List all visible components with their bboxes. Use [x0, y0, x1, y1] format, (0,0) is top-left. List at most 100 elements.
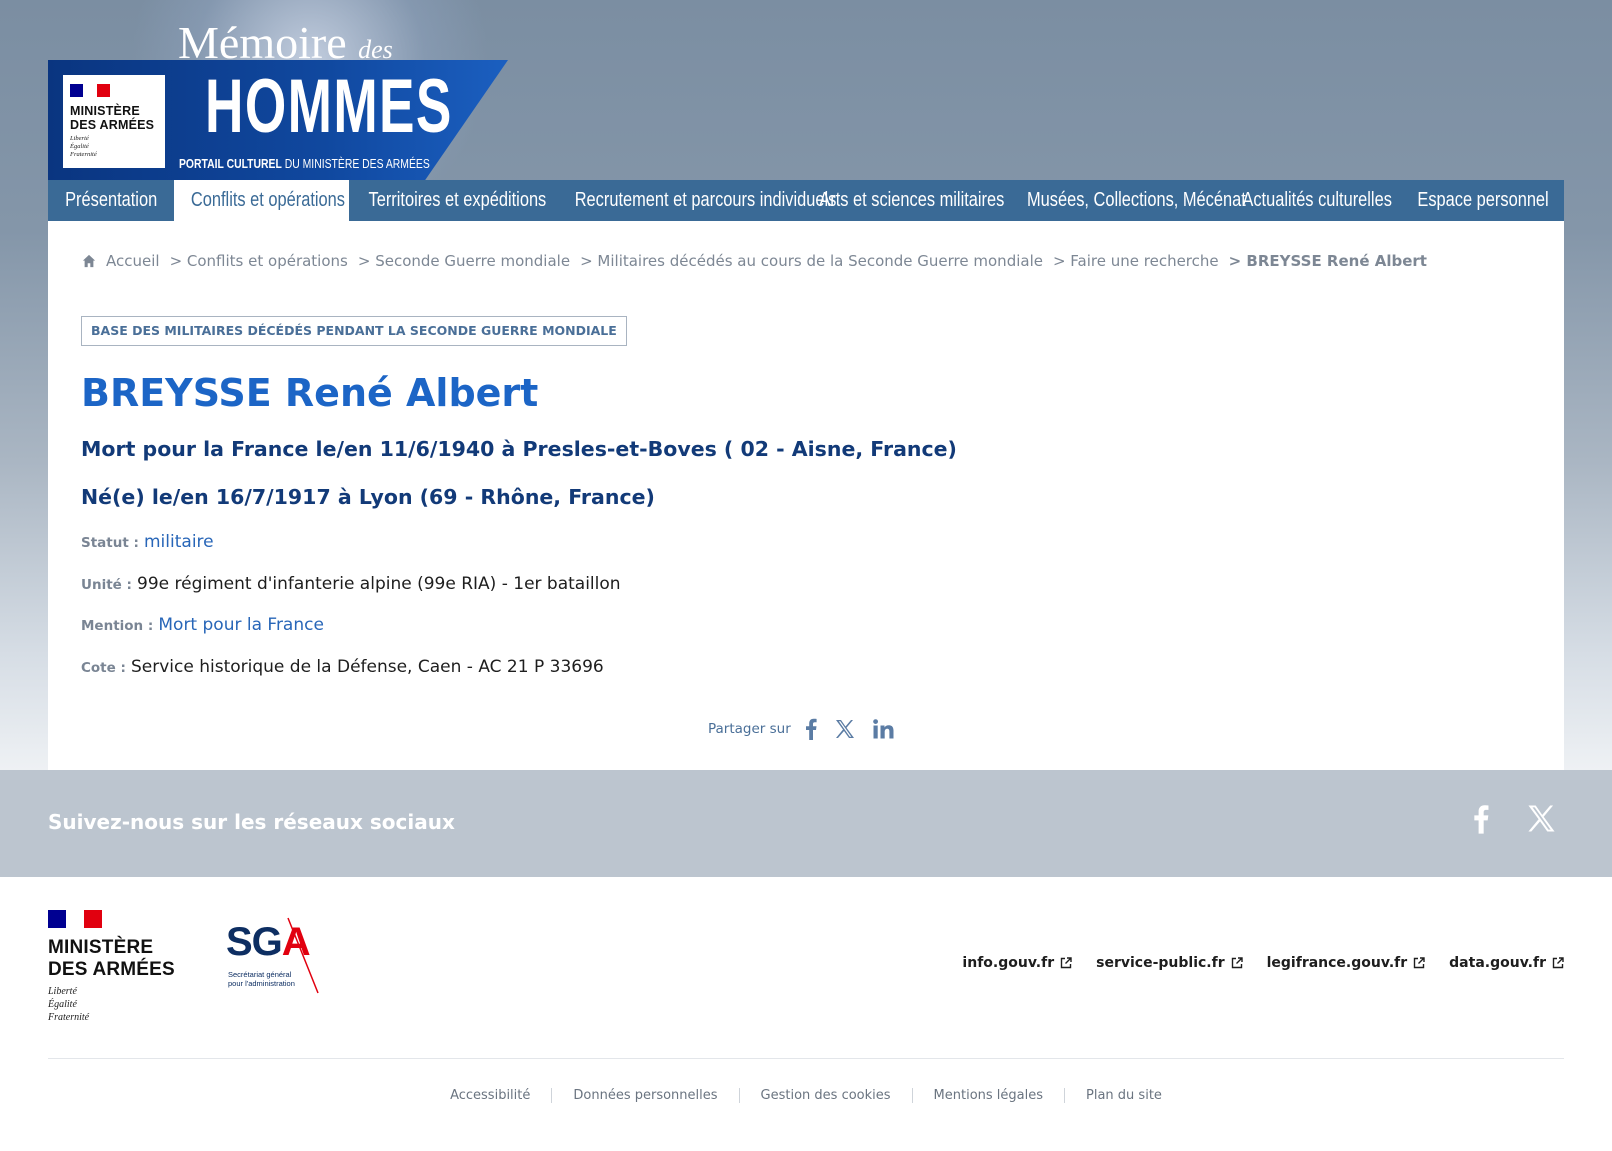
database-badge: BASE DES MILITAIRES DÉCÉDÉS PENDANT LA S… [81, 316, 627, 346]
breadcrumb-conflits[interactable]: > Conflits et opérations [170, 252, 348, 270]
nav-item-label: Musées, Collections, Mécénat [1027, 189, 1246, 211]
site-title-word-des: des [358, 35, 393, 64]
link-plan-du-site[interactable]: Plan du site [1064, 1088, 1183, 1103]
breadcrumb-militaires-decedes[interactable]: > Militaires décédés au cours de la Seco… [580, 252, 1043, 270]
social-band: Suivez-nous sur les réseaux sociaux [0, 770, 1612, 877]
footer-ministry-name-line2: DES ARMÉES [48, 959, 175, 980]
link-label: data.gouv.fr [1449, 955, 1546, 971]
footer-ministry-name: MINISTÈRE DES ARMÉES [48, 937, 175, 981]
nav-item-label: Recrutement et parcours individuels [574, 189, 837, 211]
ministry-logo[interactable]: MINISTÈRE DES ARMÉES Liberté Égalité Fra… [63, 75, 165, 168]
link-mentions-legales[interactable]: Mentions légales [911, 1088, 1064, 1103]
nav-item-label: Arts et sciences militaires [819, 189, 1005, 211]
link-donnees-personnelles[interactable]: Données personnelles [551, 1088, 738, 1103]
republic-motto: Liberté Égalité Fraternité [70, 135, 158, 159]
footer-ministry-logo[interactable]: MINISTÈRE DES ARMÉES Liberté Égalité Fra… [48, 910, 175, 1024]
nav-item-label: Présentation [64, 189, 158, 211]
facebook-icon[interactable] [805, 718, 817, 740]
x-icon[interactable] [835, 719, 855, 739]
field-cote-value: Service historique de la Défense, Caen -… [130, 657, 604, 677]
link-label: service-public.fr [1096, 955, 1225, 971]
breadcrumb: Accueil > Conflits et opérations > Secon… [82, 252, 1427, 270]
link-accessibilite[interactable]: Accessibilité [429, 1088, 551, 1103]
marianne-flag-icon [70, 84, 110, 97]
legal-links: Accessibilité Données personnelles Gesti… [0, 1088, 1612, 1103]
ministry-name-line2: DES ARMÉES [70, 118, 155, 132]
link-info-gouv[interactable]: info.gouv.fr [962, 955, 1072, 971]
motto-liberte: Liberté [70, 135, 89, 142]
external-link-icon [1231, 957, 1243, 969]
motto-fraternite: Fraternité [48, 1012, 90, 1023]
motto-liberte: Liberté [48, 986, 77, 997]
sga-subtitle-line2: pour l'administration [228, 979, 295, 988]
external-links: info.gouv.fr service-public.fr legifranc… [938, 955, 1564, 971]
nav-item-conflits[interactable]: Conflits et opérations [174, 180, 349, 221]
nav-item-territoires[interactable]: Territoires et expéditions [349, 180, 547, 221]
sga-letter-a: A [281, 920, 311, 964]
nav-item-musees[interactable]: Musées, Collections, Mécénat [1003, 180, 1246, 221]
nav-item-actualites[interactable]: Actualités culturelles [1226, 180, 1402, 221]
motto-fraternite: Fraternité [70, 151, 97, 158]
site-title-hommes[interactable]: HOMMES [205, 64, 453, 150]
motto-egalite: Égalité [70, 143, 89, 150]
nav-item-recrutement[interactable]: Recrutement et parcours individuels [546, 180, 837, 221]
site-title-word-memoire: Mémoire [178, 17, 347, 68]
field-statut-value[interactable]: militaire [144, 532, 214, 552]
external-link-icon [1552, 957, 1564, 969]
link-gestion-cookies[interactable]: Gestion des cookies [738, 1088, 912, 1103]
sga-letters: SGA [226, 920, 311, 965]
link-legifrance[interactable]: legifrance.gouv.fr [1267, 955, 1426, 971]
field-mention-value[interactable]: Mort pour la France [158, 615, 324, 635]
sga-subtitle: Secrétariat général pour l'administratio… [228, 970, 295, 988]
site-tagline: PORTAIL CULTUREL DU MINISTÈRE DES ARMÉES [179, 156, 430, 171]
field-statut: Statut : militaire [81, 532, 214, 552]
death-info: Mort pour la France le/en 11/6/1940 à Pr… [81, 437, 957, 461]
nav-item-presentation[interactable]: Présentation [48, 180, 174, 221]
breadcrumb-current: > BREYSSE René Albert [1228, 252, 1427, 270]
link-data-gouv[interactable]: data.gouv.fr [1449, 955, 1564, 971]
marianne-flag-icon [48, 910, 102, 928]
ministry-name-line1: MINISTÈRE [70, 104, 140, 118]
field-unite-label: Unité : [81, 577, 132, 593]
breadcrumb-seconde-guerre[interactable]: > Seconde Guerre mondiale [358, 252, 570, 270]
external-link-icon [1413, 957, 1425, 969]
site-tagline-bold: PORTAIL CULTUREL [179, 156, 282, 171]
linkedin-icon[interactable] [872, 719, 894, 739]
sga-logo[interactable]: SGA Secrétariat général pour l'administr… [226, 915, 322, 995]
field-cote-label: Cote : [81, 660, 126, 676]
share-bar: Partager sur [708, 718, 912, 740]
field-mention-label: Mention : [81, 618, 154, 634]
link-label: legifrance.gouv.fr [1266, 955, 1408, 971]
breadcrumb-home[interactable]: Accueil [106, 252, 160, 270]
link-service-public[interactable]: service-public.fr [1096, 955, 1243, 971]
footer-republic-motto: Liberté Égalité Fraternité [48, 985, 175, 1024]
field-cote: Cote : Service historique de la Défense,… [81, 657, 604, 677]
social-band-title: Suivez-nous sur les réseaux sociaux [48, 810, 455, 834]
sga-letters-sg: SG [226, 920, 283, 964]
link-label: info.gouv.fr [962, 955, 1055, 971]
breadcrumb-recherche[interactable]: > Faire une recherche [1053, 252, 1219, 270]
nav-item-label: Conflits et opérations [190, 189, 345, 211]
field-unite-value: 99e régiment d'infanterie alpine (99e RI… [137, 574, 621, 594]
site-tagline-rest: DU MINISTÈRE DES ARMÉES [281, 156, 430, 171]
external-link-icon [1060, 957, 1072, 969]
birth-info: Né(e) le/en 16/7/1917 à Lyon (69 - Rhône… [81, 485, 655, 509]
person-name: BREYSSE René Albert [81, 371, 539, 415]
main-navigation: Présentation Conflits et opérations Terr… [48, 180, 1564, 221]
field-unite: Unité : 99e régiment d'infanterie alpine… [81, 574, 621, 594]
x-icon[interactable] [1527, 804, 1556, 833]
home-icon[interactable] [82, 254, 96, 268]
footer-divider [48, 1058, 1564, 1059]
nav-item-label: Territoires et expéditions [368, 189, 547, 211]
field-mention: Mention : Mort pour la France [81, 615, 324, 635]
footer-ministry-name-line1: MINISTÈRE [48, 937, 154, 958]
sga-subtitle-line1: Secrétariat général [228, 970, 292, 979]
ministry-name: MINISTÈRE DES ARMÉES [70, 104, 158, 132]
nav-item-arts-sciences[interactable]: Arts et sciences militaires [799, 180, 1005, 221]
field-statut-label: Statut : [81, 535, 139, 551]
share-label: Partager sur [708, 721, 791, 737]
nav-item-label: Actualités culturelles [1242, 189, 1392, 211]
motto-egalite: Égalité [48, 999, 77, 1010]
facebook-icon[interactable] [1473, 804, 1489, 834]
nav-item-espace-personnel[interactable]: Espace personnel [1402, 180, 1564, 221]
